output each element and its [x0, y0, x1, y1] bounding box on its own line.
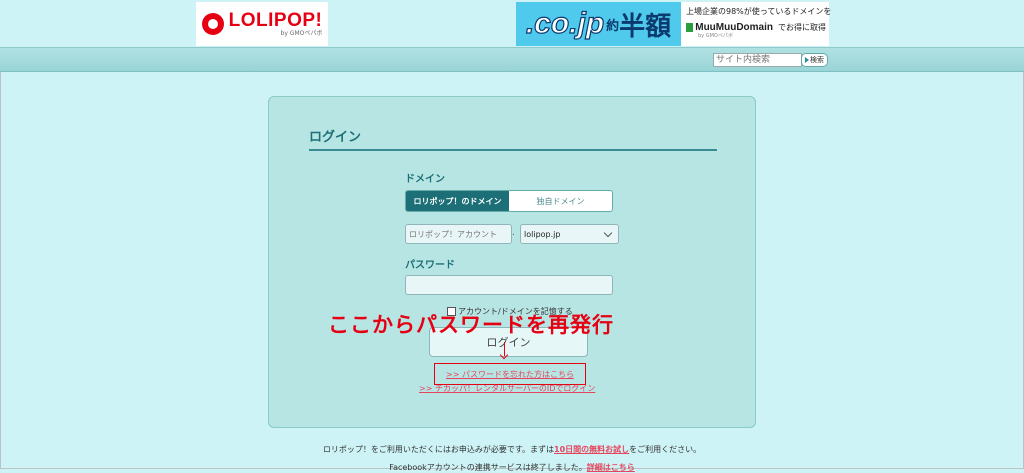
footer-line1-post: をご利用ください。 [629, 445, 702, 454]
search-button-label: 検索 [810, 56, 824, 64]
footer-line1-pre: ロリポップ！をご利用いただくにはお申込みが必要です。まずは [322, 445, 555, 454]
banner-tail: でお得に取得 [778, 23, 826, 32]
annotation-arrow-icon [504, 342, 505, 356]
banner-tagline: 上場企業の98%が使っているドメインを [686, 7, 832, 16]
login-panel: ログイン ドメイン ロリポップ！のドメイン 独自ドメイン . lolipop.j… [268, 96, 756, 428]
ad-banner[interactable]: .co.jp 約 半額 上場企業の98%が使っているドメインを MuuMuuDo… [516, 2, 832, 46]
lolipop-logo[interactable]: LOLIPOP! by GMOペパボ [196, 2, 328, 46]
tab-lolipop-domain[interactable]: ロリポップ！のドメイン [406, 191, 509, 211]
footer-line2-pre: Facebookアカウントの連携サービスは終了しました。 [389, 463, 587, 472]
login-title: ログイン [309, 130, 362, 145]
site-search-input[interactable] [713, 53, 802, 67]
details-link[interactable]: 詳細はこちら [587, 463, 635, 472]
domain-select-value: lolipop.jp [524, 229, 561, 239]
password-label: パスワード [405, 260, 455, 271]
banner-gmo: by GMOペパボ [698, 33, 733, 39]
banner-domain-text: .co.jp [525, 6, 605, 40]
domain-separator: . [512, 228, 515, 238]
search-button[interactable]: 検索 [801, 53, 828, 67]
logo-subtext: by GMOペパボ [280, 30, 323, 37]
banner-left: .co.jp 約 半額 [516, 2, 681, 46]
logo-wordmark: LOLIPOP! [228, 10, 323, 31]
domain-type-toggle: ロリポップ！のドメイン 独自ドメイン [405, 190, 613, 212]
domain-select[interactable]: lolipop.jp [520, 224, 619, 244]
muumuu-logo-icon [686, 23, 694, 32]
banner-right: 上場企業の98%が使っているドメインを MuuMuuDomain でお得に取得 … [686, 6, 832, 44]
forgot-password-highlight: >> パスワードを忘れた方はこちら [434, 363, 586, 385]
tab-custom-domain[interactable]: 独自ドメイン [509, 191, 612, 211]
forgot-password-link[interactable]: >> パスワードを忘れた方はこちら [446, 369, 574, 380]
footer-line-1: ロリポップ！をご利用いただくにはお申込みが必要です。まずは10日間の無料お試しを… [0, 444, 1024, 455]
title-divider [309, 149, 717, 151]
footer-line-2: Facebookアカウントの連携サービスは終了しました。詳細はこちら [0, 462, 1024, 473]
lolipop-logo-icon [201, 13, 224, 35]
chevron-down-icon [603, 228, 613, 237]
annotation-text: ここからパスワードを再発行 [328, 313, 614, 337]
nav-bar: 検索 [0, 47, 1024, 72]
banner-small-text: 約 [606, 18, 620, 34]
logo-text-group: LOLIPOP! by GMOペパボ [229, 11, 323, 37]
chikappa-login-link[interactable]: >> チカッパ！レンタルサーバーのIDでログイン [419, 383, 595, 394]
password-input[interactable] [405, 275, 613, 295]
account-input[interactable] [405, 224, 512, 244]
free-trial-link[interactable]: 10日間の無料お試し [554, 445, 629, 454]
site-header: LOLIPOP! by GMOペパボ .co.jp 約 半額 上場企業の98%が… [0, 0, 1024, 47]
domain-label: ドメイン [405, 174, 445, 185]
banner-big-text: 半額 [619, 11, 672, 42]
search-arrow-icon [805, 57, 809, 63]
